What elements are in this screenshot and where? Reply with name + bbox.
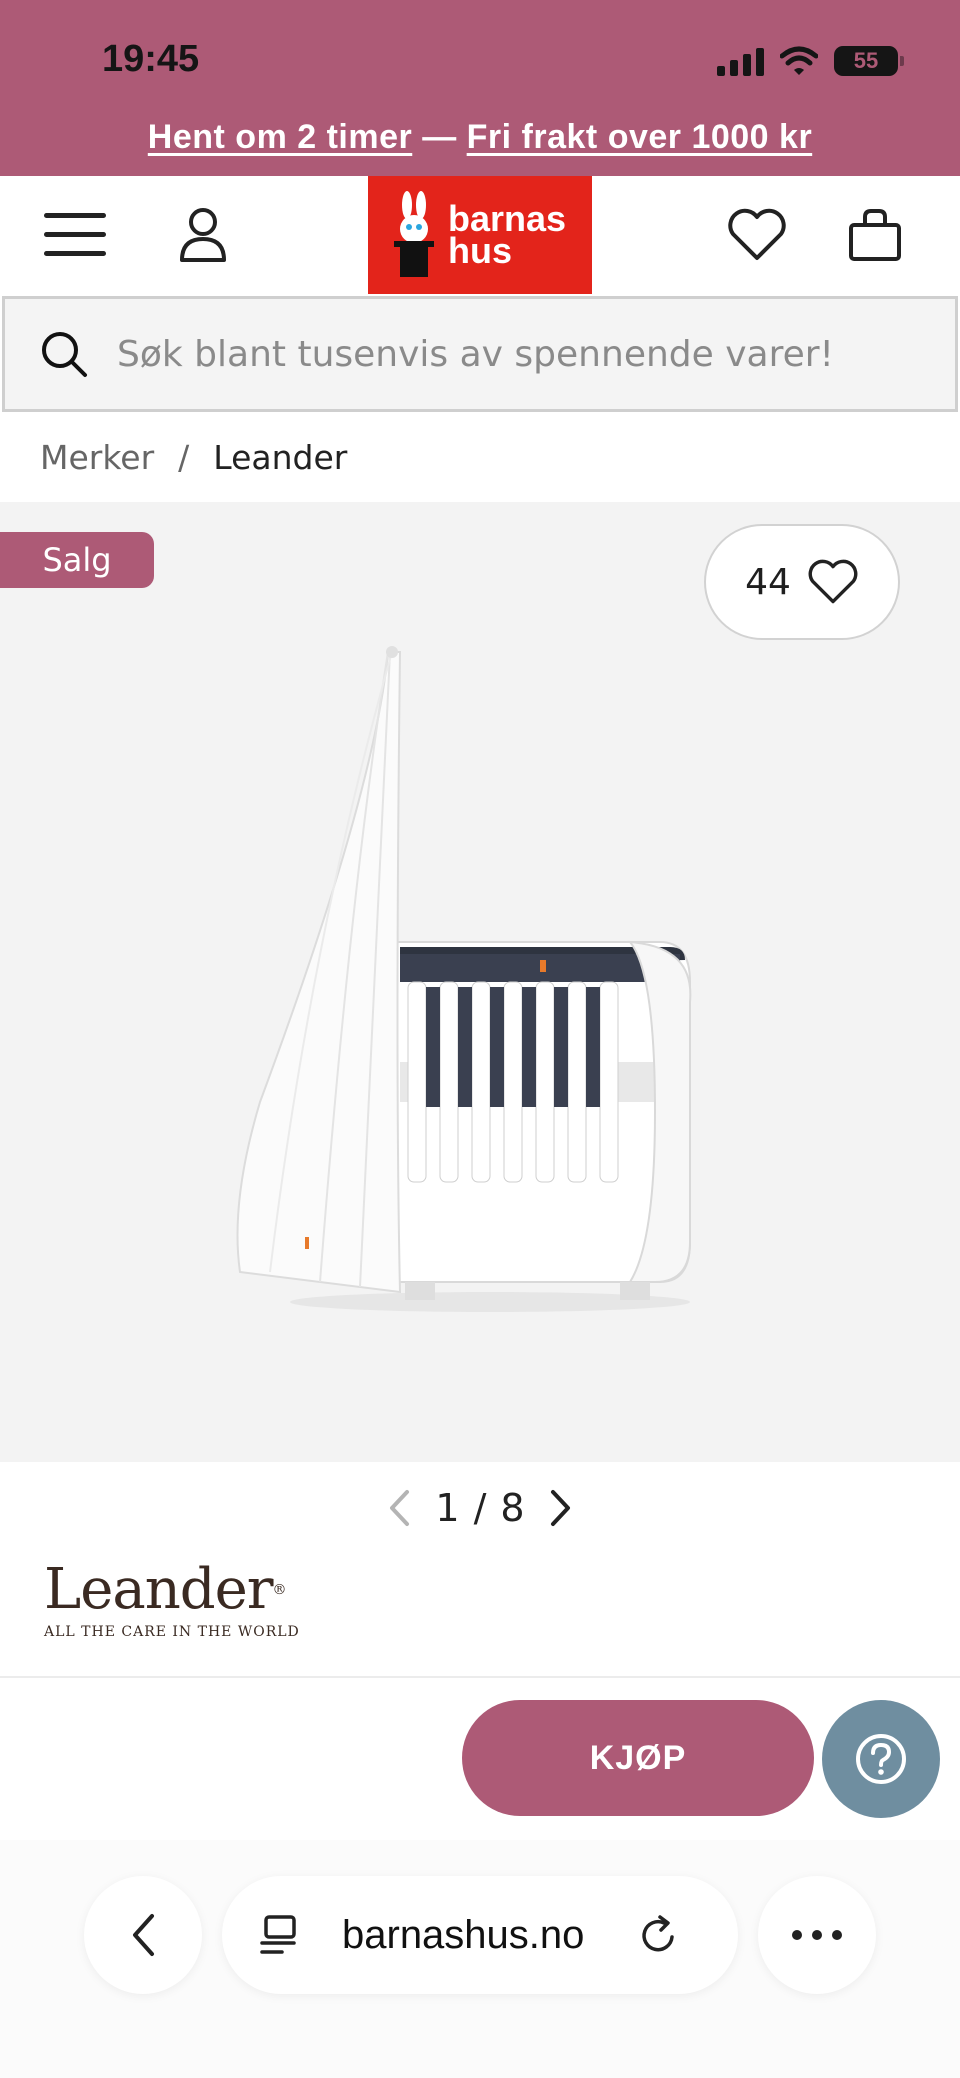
- brand-logo-leander[interactable]: Leander® ALL THE CARE IN THE WORLD: [44, 1557, 300, 1641]
- page-menu-icon[interactable]: [258, 1913, 298, 1957]
- status-icons: 55: [717, 46, 904, 76]
- breadcrumb-current: Leander: [213, 438, 348, 477]
- registered-mark-icon: ®: [272, 1582, 287, 1598]
- help-button[interactable]: [822, 1700, 940, 1818]
- search-icon[interactable]: [39, 329, 89, 379]
- bunny-hat-logo-icon: [394, 191, 434, 277]
- browser-toolbar: barnashus.no: [0, 1840, 960, 2078]
- breadcrumb: Merker / Leander: [40, 438, 347, 477]
- cart-button[interactable]: [840, 200, 910, 270]
- question-mark-icon: [856, 1734, 906, 1784]
- image-pager: 1 / 8: [0, 1486, 960, 1530]
- shopping-bag-icon: [849, 209, 901, 261]
- free-shipping-link[interactable]: Fri frakt over 1000 kr: [467, 118, 813, 156]
- browser-address-bar[interactable]: barnashus.no: [222, 1876, 738, 1994]
- reload-icon[interactable]: [636, 1913, 680, 1957]
- wishlist-button[interactable]: [722, 200, 792, 270]
- account-icon: [180, 208, 226, 262]
- favorite-count: 44: [745, 561, 791, 603]
- breadcrumb-link-brands[interactable]: Merker: [40, 438, 154, 477]
- browser-url: barnashus.no: [342, 1912, 585, 1957]
- status-time: 19:45: [102, 38, 200, 80]
- heart-icon: [728, 208, 786, 260]
- buy-button[interactable]: KJØP: [462, 1700, 814, 1816]
- battery-level: 55: [853, 48, 879, 73]
- battery-icon: 55: [834, 46, 904, 76]
- browser-more-button[interactable]: [758, 1876, 876, 1994]
- cellular-signal-icon: [717, 46, 764, 76]
- logo-line-2: hus: [448, 230, 513, 271]
- breadcrumb-separator: /: [178, 438, 190, 477]
- menu-icon: [44, 213, 106, 256]
- logo-text: barnas hus: [448, 201, 566, 271]
- promo-bar: Hent om 2 timer — Fri frakt over 1000 kr: [0, 118, 960, 157]
- brand-tagline: ALL THE CARE IN THE WORLD: [44, 1624, 300, 1640]
- image-total: 8: [500, 1486, 525, 1530]
- heart-outline-icon: [808, 559, 858, 604]
- divider: [0, 1676, 960, 1678]
- more-dots-icon: [792, 1930, 842, 1940]
- favorite-button[interactable]: 44: [704, 524, 900, 640]
- chevron-left-icon: [133, 1914, 154, 1956]
- image-index: 1: [435, 1486, 460, 1530]
- next-image-button[interactable]: [539, 1486, 583, 1530]
- promo-separator: —: [422, 118, 457, 156]
- sale-badge: Salg: [0, 532, 154, 588]
- top-banner: 19:45 55 Hent om 2 timer — Fri frakt ove…: [0, 0, 960, 176]
- search-input[interactable]: [117, 333, 937, 375]
- brand-name: Leander: [44, 1557, 274, 1622]
- chevron-left-icon: [390, 1490, 410, 1526]
- browser-back-button[interactable]: [84, 1876, 202, 1994]
- search-bar: [2, 296, 958, 412]
- product-image-crib-with-canopy: [236, 646, 692, 1312]
- product-gallery[interactable]: Salg 44: [0, 502, 960, 1462]
- chevron-right-icon: [550, 1490, 570, 1526]
- image-separator: /: [473, 1486, 487, 1530]
- wifi-icon: [780, 46, 818, 75]
- account-button[interactable]: [168, 200, 238, 270]
- pickup-link[interactable]: Hent om 2 timer: [148, 118, 412, 156]
- site-header: barnas hus: [0, 176, 960, 294]
- site-logo[interactable]: barnas hus: [368, 176, 592, 294]
- menu-button[interactable]: [40, 200, 110, 270]
- previous-image-button[interactable]: [377, 1486, 421, 1530]
